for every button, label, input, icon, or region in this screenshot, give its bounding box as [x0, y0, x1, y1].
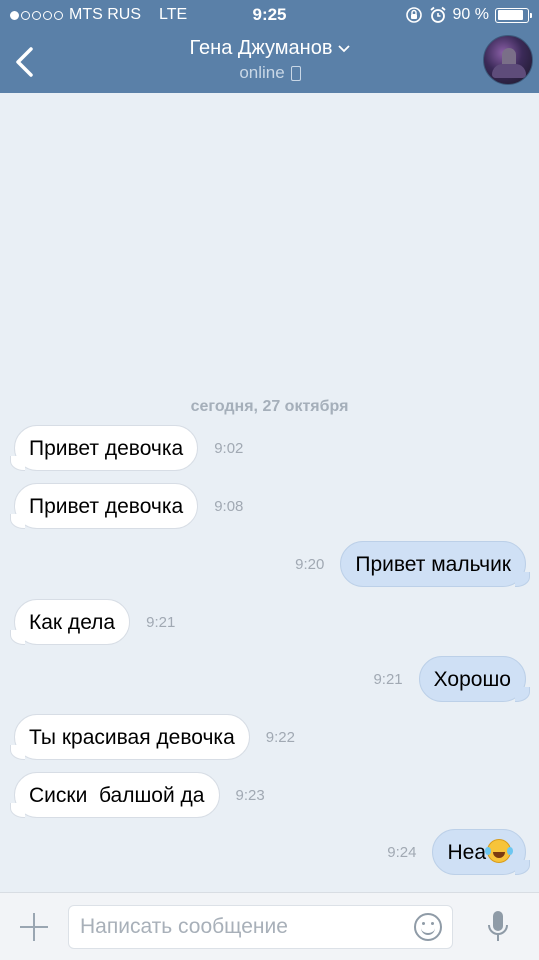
emoji-button[interactable] — [414, 913, 442, 941]
contact-status: online — [239, 63, 285, 82]
microphone-icon — [488, 911, 508, 941]
message-text: Неа — [447, 841, 486, 864]
message-time: 9:21 — [146, 613, 176, 631]
message-time: 9:24 — [387, 843, 417, 861]
chevron-left-icon — [16, 47, 33, 77]
battery-percent: 90 % — [452, 6, 489, 23]
message-row: Сиски балшой да 9:23 — [10, 772, 265, 818]
message-bubble[interactable]: Неа — [432, 829, 530, 875]
message-text: Привет девочка — [29, 495, 184, 518]
message-bubble[interactable]: Ты красивая девочка — [10, 714, 250, 760]
date-separator: сегодня, 27 октября — [190, 398, 349, 415]
message-row: 9:20 Привет мальчик — [295, 541, 530, 587]
microphone-button[interactable] — [484, 907, 512, 947]
message-row: Как дела 9:21 — [9, 599, 176, 645]
attach-button[interactable] — [14, 907, 54, 947]
compose-bar — [0, 892, 539, 960]
message-bubble[interactable]: Сиски балшой да — [10, 772, 220, 818]
message-text: Хорошо — [433, 668, 511, 691]
message-list[interactable]: сегодня, 27 октября Привет девочка 9:02 … — [0, 93, 539, 892]
message-time: 9:02 — [214, 439, 244, 457]
chat-title[interactable]: Гена Джуманов online — [120, 37, 420, 83]
status-bar: MTS RUS LTE 9:25 90 % — [0, 0, 539, 30]
message-text: Привет мальчик — [355, 553, 511, 576]
message-row: Ты красивая девочка 9:22 — [10, 714, 295, 760]
alarm-icon — [429, 6, 446, 23]
message-row: Привет девочка 9:02 — [9, 425, 244, 471]
message-bubble[interactable]: Привет девочка — [9, 425, 199, 471]
message-text: Привет девочка — [29, 437, 184, 460]
battery-icon — [495, 7, 532, 23]
message-text: Как дела — [29, 611, 116, 634]
message-time: 9:23 — [235, 786, 265, 804]
message-time: 9:22 — [265, 728, 295, 746]
message-text: Сиски балшой да — [29, 784, 205, 807]
message-time: 9:08 — [214, 497, 244, 515]
message-bubble[interactable]: Привет мальчик — [340, 541, 530, 587]
message-row: 9:21 Хорошо — [373, 656, 531, 702]
message-row: 9:24 Неа — [387, 829, 530, 875]
message-bubble[interactable]: Как дела — [9, 599, 131, 645]
back-button[interactable] — [6, 40, 42, 84]
message-time: 9:20 — [295, 555, 325, 573]
contact-avatar[interactable] — [483, 35, 533, 85]
chevron-down-icon — [338, 44, 351, 52]
message-bubble[interactable]: Привет девочка — [9, 483, 199, 529]
message-time: 9:21 — [373, 670, 403, 688]
face-with-tears-of-joy-icon — [485, 839, 511, 863]
contact-name: Гена Джуманов — [189, 37, 333, 59]
orientation-lock-icon — [405, 7, 422, 23]
contact-name-row: Гена Джуманов — [190, 37, 351, 60]
nav-header: MTS RUS LTE 9:25 90 % Гена Джуманов onli… — [0, 0, 539, 93]
mobile-phone-icon — [290, 65, 301, 81]
message-bubble[interactable]: Хорошо — [418, 656, 531, 702]
contact-status-row: online — [120, 63, 420, 83]
status-right: 90 % — [405, 6, 532, 24]
message-input[interactable] — [68, 905, 453, 949]
message-text: Ты красивая девочка — [29, 726, 235, 749]
message-row: Привет девочка 9:08 — [9, 483, 244, 529]
